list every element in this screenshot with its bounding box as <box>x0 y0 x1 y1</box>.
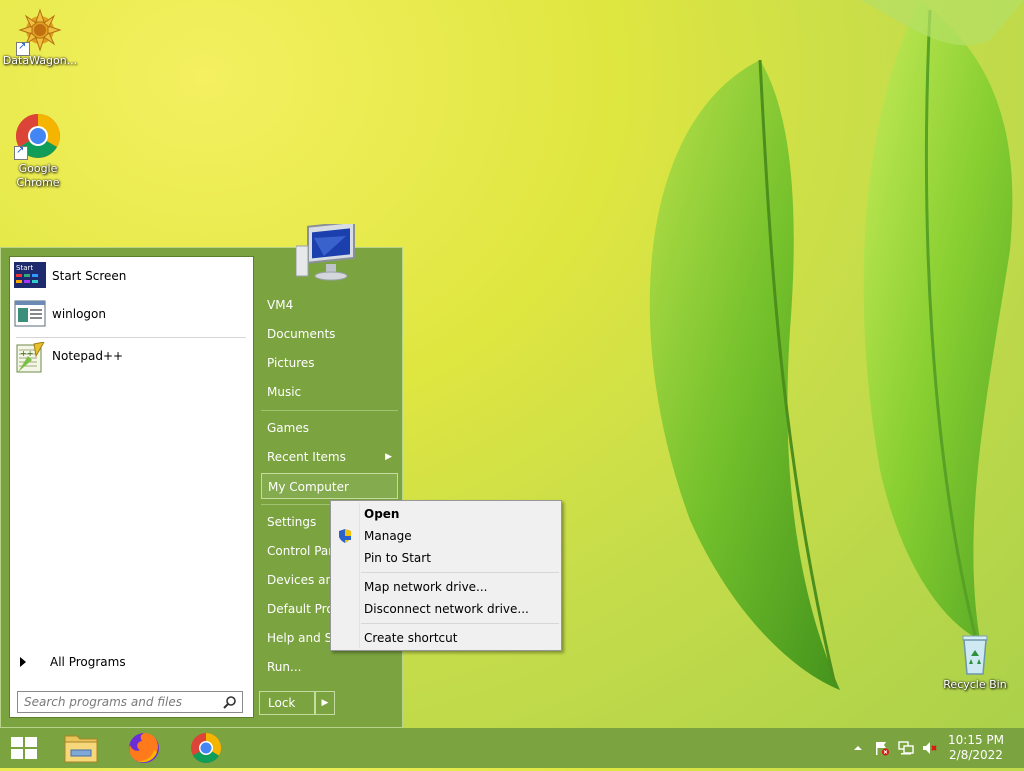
start-item-label: My Computer <box>268 480 349 494</box>
menu-item-create-shortcut[interactable]: Create shortcut <box>364 627 457 649</box>
uac-shield-icon <box>339 529 351 543</box>
chevron-right-icon: ▶ <box>321 698 329 708</box>
divider <box>361 572 559 573</box>
all-programs-label: All Programs <box>50 655 126 669</box>
chrome-icon <box>14 112 62 160</box>
menu-item-pin-to-start[interactable]: Pin to Start <box>364 547 431 569</box>
search-input[interactable]: Search programs and files <box>17 691 243 713</box>
file-explorer-icon <box>64 735 98 763</box>
desktop-icon-datawagon[interactable]: DataWagon... <box>0 8 80 67</box>
program-winlogon[interactable]: winlogon <box>14 297 249 331</box>
desktop-icon-label: Google Chrome <box>16 162 60 189</box>
winlogon-icon <box>14 300 46 328</box>
show-hidden-icons-icon[interactable] <box>850 740 866 756</box>
clock-time: 10:15 PM <box>948 733 1004 747</box>
start-item-label: Pictures <box>267 356 315 370</box>
recycle-bin-icon <box>951 630 999 678</box>
taskbar: 10:15 PM 2/8/2022 <box>0 728 1024 768</box>
lock-label: Lock <box>268 696 296 710</box>
menu-item-label: Create shortcut <box>364 631 458 645</box>
start-menu-programs-pane: Start Start Screen winlogon ++ Notepad++… <box>9 256 254 718</box>
menu-item-label: Map network drive... <box>364 580 488 594</box>
start-item-label: Control Pan <box>267 544 336 558</box>
menu-gutter <box>359 503 360 648</box>
menu-item-map-network-drive[interactable]: Map network drive... <box>364 576 488 598</box>
start-menu: Start Start Screen winlogon ++ Notepad++… <box>0 224 403 728</box>
computer-user-icon <box>296 224 355 281</box>
start-button[interactable] <box>0 728 48 768</box>
network-icon[interactable] <box>898 740 914 756</box>
menu-item-label: Manage <box>364 529 412 543</box>
start-item-documents[interactable]: Documents <box>261 321 398 347</box>
desktop-icon-recycle-bin[interactable]: Recycle Bin <box>935 630 1015 691</box>
program-notepadpp[interactable]: ++ Notepad++ <box>14 339 249 373</box>
taskbar-file-explorer[interactable] <box>57 728 105 768</box>
menu-item-open[interactable]: Open <box>364 503 399 525</box>
start-item-label: Help and Su <box>267 631 340 645</box>
menu-item-label: Disconnect network drive... <box>364 602 529 616</box>
start-item-label: Run... <box>267 660 302 674</box>
search-placeholder: Search programs and files <box>24 695 182 709</box>
menu-item-label: Open <box>364 507 400 521</box>
start-screen-icon: Start <box>14 262 46 290</box>
start-item-vm4[interactable]: VM4 <box>261 292 398 318</box>
program-label: winlogon <box>52 307 106 321</box>
svg-text:++: ++ <box>20 349 33 358</box>
program-label: Notepad++ <box>52 349 124 363</box>
clock-date: 2/8/2022 <box>949 748 1003 762</box>
menu-item-disconnect-network-drive[interactable]: Disconnect network drive... <box>364 598 529 620</box>
menu-item-manage[interactable]: Manage <box>364 525 412 547</box>
start-item-label: Music <box>267 385 302 399</box>
start-item-run[interactable]: Run... <box>261 654 398 680</box>
menu-item-label: Pin to Start <box>364 551 431 565</box>
chrome-icon <box>191 733 222 764</box>
search-icon[interactable] <box>223 695 237 709</box>
windows-logo-icon <box>11 737 37 759</box>
start-item-label: Recent Items <box>267 450 346 464</box>
desktop-icon-label: Recycle Bin <box>943 678 1007 691</box>
volume-muted-icon[interactable] <box>922 740 938 756</box>
desktop-icon-chrome[interactable]: Google Chrome <box>0 112 78 190</box>
notepadpp-icon: ++ <box>14 341 46 373</box>
action-center-flag-icon[interactable] <box>874 740 890 756</box>
svg-text:Start: Start <box>16 264 33 272</box>
program-start-screen[interactable]: Start Start Screen <box>14 259 249 293</box>
start-item-pictures[interactable]: Pictures <box>261 350 398 376</box>
firefox-icon <box>129 733 159 763</box>
divider <box>361 623 559 624</box>
datawagon-icon <box>16 8 64 56</box>
taskbar-firefox[interactable] <box>120 728 168 768</box>
start-item-label: Settings <box>267 515 317 529</box>
taskbar-chrome[interactable] <box>182 728 230 768</box>
lock-button[interactable]: Lock <box>259 691 315 715</box>
start-item-games[interactable]: Games <box>261 415 398 441</box>
system-clock[interactable]: 10:15 PM 2/8/2022 <box>948 733 1004 763</box>
chevron-right-icon: ▶ <box>385 452 392 462</box>
start-item-label: VM4 <box>267 298 294 312</box>
start-item-label: Games <box>267 421 309 435</box>
program-label: Start Screen <box>52 269 127 283</box>
start-item-my-computer[interactable]: My Computer <box>261 473 398 499</box>
triangle-right-icon <box>20 657 26 667</box>
start-item-recent-items[interactable]: Recent Items ▶ <box>261 444 398 470</box>
context-menu: Open Manage Pin to Start Map network dri… <box>330 500 562 651</box>
all-programs-button[interactable]: All Programs <box>20 655 126 669</box>
shutdown-options-button[interactable]: ▶ <box>315 691 335 715</box>
start-menu-right-pane: VM4 Documents Pictures Music Games Recen… <box>256 224 402 727</box>
start-item-label: Documents <box>267 327 336 341</box>
start-item-music[interactable]: Music <box>261 379 398 405</box>
divider <box>261 410 398 411</box>
divider <box>16 337 246 338</box>
